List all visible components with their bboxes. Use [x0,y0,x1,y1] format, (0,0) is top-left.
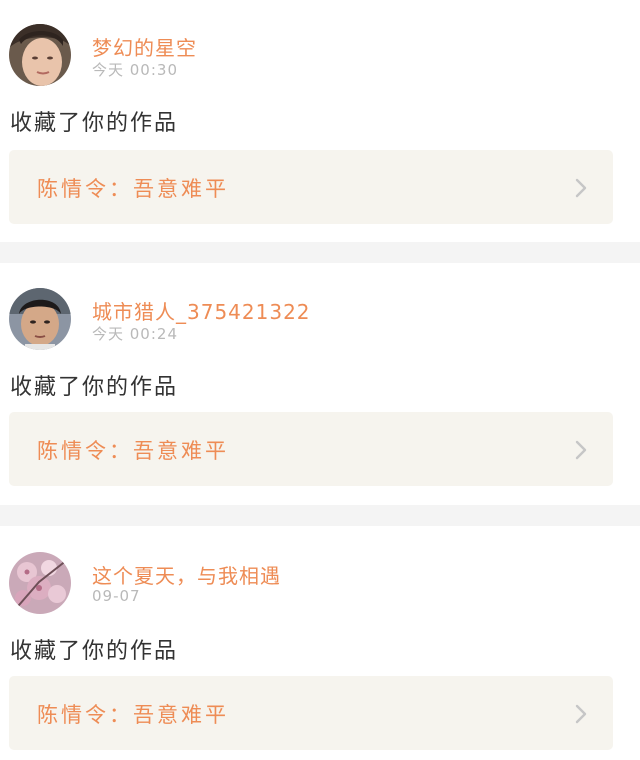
notification-feed: 梦幻的星空 今天 00:30 收藏了你的作品 陈情令：吾意难平 城市猎人_375… [0,0,640,760]
boy-portrait-avatar-icon [9,24,71,86]
timestamp: 今天 00:24 [92,325,178,343]
work-title: 陈情令：吾意难平 [37,703,229,727]
work-title: 陈情令：吾意难平 [37,177,229,201]
list-item: 这个夏天，与我相遇 09-07 收藏了你的作品 陈情令：吾意难平 [0,526,640,760]
avatar[interactable] [9,552,71,614]
list-item: 城市猎人_375421322 今天 00:24 收藏了你的作品 陈情令：吾意难平 [0,263,640,505]
list-item: 梦幻的星空 今天 00:30 收藏了你的作品 陈情令：吾意难平 [0,0,640,242]
avatar[interactable] [9,24,71,86]
work-card[interactable]: 陈情令：吾意难平 [9,412,613,486]
boy-portrait-avatar-icon [9,288,71,350]
activity-text: 收藏了你的作品 [10,111,179,136]
user-name[interactable]: 城市猎人_375421322 [92,296,311,325]
activity-text: 收藏了你的作品 [10,639,179,664]
user-name[interactable]: 梦幻的星空 [92,32,197,61]
timestamp: 09-07 [92,587,141,605]
chevron-right-icon [575,704,587,724]
chevron-right-icon [575,440,587,460]
work-card[interactable]: 陈情令：吾意难平 [9,150,613,224]
avatar[interactable] [9,288,71,350]
chevron-right-icon [575,178,587,198]
timestamp: 今天 00:30 [92,61,178,79]
divider [0,242,640,263]
divider [0,505,640,526]
cherry-blossom-avatar-icon [9,552,71,614]
work-card[interactable]: 陈情令：吾意难平 [9,676,613,750]
user-name[interactable]: 这个夏天，与我相遇 [92,560,281,589]
work-title: 陈情令：吾意难平 [37,439,229,463]
activity-text: 收藏了你的作品 [10,375,179,400]
